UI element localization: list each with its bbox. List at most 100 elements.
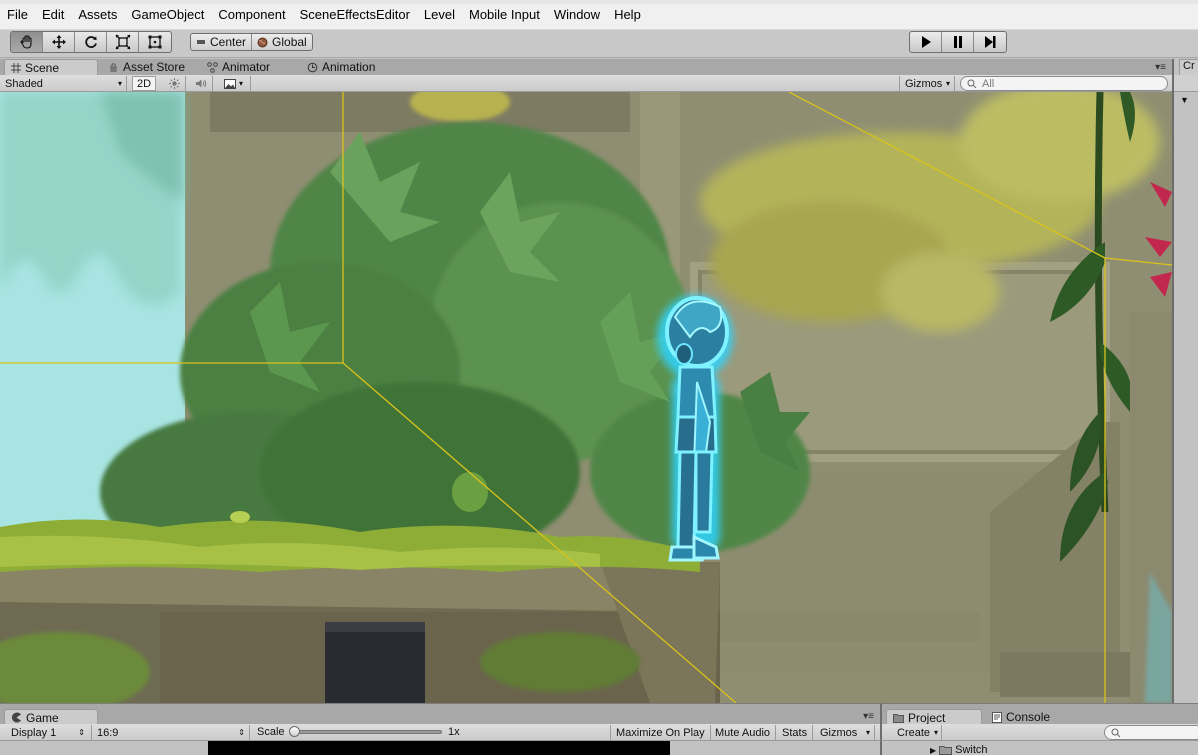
rotate-tool-button[interactable] xyxy=(75,32,107,52)
scene-search-placeholder: All xyxy=(982,77,995,90)
tab-scene[interactable]: Scene xyxy=(4,59,98,75)
tab-project-label: Project xyxy=(908,710,946,725)
inspector-toolbar xyxy=(1174,75,1198,92)
scene-search-input[interactable]: All xyxy=(960,76,1168,91)
game-gizmos-label: Gizmos xyxy=(820,726,858,739)
scene-viewport[interactable] xyxy=(0,92,1172,703)
scene-effects-dropdown[interactable]: ▾ xyxy=(217,76,251,91)
tab-animation[interactable]: Animation xyxy=(307,59,375,75)
mute-label: Mute Audio xyxy=(715,726,771,739)
menu-sceneeffectseditor[interactable]: SceneEffectsEditor xyxy=(293,7,417,23)
menu-mobile-input[interactable]: Mobile Input xyxy=(462,7,547,23)
aspect-dropdown[interactable]: 16:9 ⇕ xyxy=(92,725,250,740)
step-button[interactable] xyxy=(974,32,1006,52)
scale-slider-track[interactable] xyxy=(292,730,442,734)
menu-component[interactable]: Component xyxy=(211,7,292,23)
tab-menu-icon[interactable]: ▾≡ xyxy=(1155,62,1166,73)
stats-toggle[interactable]: Stats xyxy=(777,725,814,740)
dropdown-arrow-icon: ▾ xyxy=(117,79,122,88)
maximize-on-play-toggle[interactable]: Maximize On Play xyxy=(610,725,711,740)
tab-console[interactable]: Console xyxy=(992,709,1050,725)
rect-tool-button[interactable] xyxy=(139,32,171,52)
tab-project[interactable]: Project xyxy=(886,709,982,725)
game-gizmos-dropdown[interactable]: Gizmos ▾ xyxy=(815,725,875,740)
transform-tools xyxy=(10,31,172,53)
menu-file[interactable]: File xyxy=(0,7,35,23)
display-dropdown[interactable]: Display 1 ⇕ xyxy=(6,725,92,740)
inspector-panel-edge: Cr ▼ xyxy=(1172,59,1198,703)
menu-help[interactable]: Help xyxy=(607,7,648,23)
game-tab-bar: Game ▾≡ xyxy=(0,703,880,725)
hand-icon xyxy=(19,35,32,49)
tab-game-label: Game xyxy=(26,710,59,725)
scene-lighting-toggle[interactable] xyxy=(164,76,186,91)
tab-asset-store[interactable]: Asset Store xyxy=(108,59,185,75)
create-label: Create xyxy=(897,726,931,739)
game-render-area xyxy=(208,741,670,755)
project-tab-bar: Project Console xyxy=(880,703,1198,725)
tab-animation-label: Animation xyxy=(322,60,376,74)
move-tool-button[interactable] xyxy=(43,32,75,52)
scale-label: Scale xyxy=(257,726,285,738)
pivot-global-label: Global xyxy=(272,35,307,49)
expand-arrow-icon[interactable]: ▼ xyxy=(1180,95,1189,105)
step-icon xyxy=(985,36,996,48)
folder-icon xyxy=(939,746,953,755)
play-controls xyxy=(909,31,1007,53)
menu-gameobject[interactable]: GameObject xyxy=(124,7,211,23)
tab-asset-store-label: Asset Store xyxy=(123,60,186,74)
scale-slider-thumb[interactable] xyxy=(289,726,300,737)
gizmos-dropdown[interactable]: Gizmos ▾ xyxy=(899,76,955,91)
title-bar-remnant xyxy=(0,0,1198,4)
tree-item-label: Switch xyxy=(955,744,988,755)
search-icon xyxy=(967,79,977,88)
menu-window[interactable]: Window xyxy=(547,7,607,23)
pause-button[interactable] xyxy=(942,32,974,52)
main-toolbar: Center Global xyxy=(0,30,1198,58)
scene-artwork xyxy=(0,92,1172,703)
gizmos-label: Gizmos xyxy=(905,77,943,90)
rect-tool-icon xyxy=(148,35,162,49)
display-label: Display 1 xyxy=(11,726,57,739)
shading-mode-label: Shaded xyxy=(5,77,43,90)
menu-assets[interactable]: Assets xyxy=(71,7,124,23)
move-icon xyxy=(51,35,66,49)
dropdown-arrow-icon: ▾ xyxy=(933,728,938,737)
pivot-center-label: Center xyxy=(210,35,247,49)
tab-animator-label: Animator xyxy=(222,60,271,74)
menu-bar: File Edit Assets GameObject Component Sc… xyxy=(0,0,1198,30)
pivot-center-button[interactable]: Center xyxy=(191,34,253,50)
pivot-global-button[interactable]: Global xyxy=(252,34,312,50)
image-icon xyxy=(223,78,236,89)
globe-icon xyxy=(257,37,268,47)
scale-tool-button[interactable] xyxy=(107,32,139,52)
expand-arrow-icon[interactable]: ▶ xyxy=(930,746,936,755)
scene-audio-toggle[interactable] xyxy=(189,76,213,91)
game-view[interactable] xyxy=(0,741,880,755)
maximize-label: Maximize On Play xyxy=(616,726,705,739)
play-button[interactable] xyxy=(910,32,942,52)
tab-animator[interactable]: Animator xyxy=(207,59,270,75)
project-search-input[interactable] xyxy=(1104,725,1198,740)
tab-game[interactable]: Game xyxy=(4,709,98,725)
scale-value: 1x xyxy=(448,726,460,738)
inspector-tab[interactable]: Cr xyxy=(1179,59,1198,75)
dropdown-arrow-icon: ▾ xyxy=(945,79,950,88)
menu-level[interactable]: Level xyxy=(417,7,462,23)
sun-icon xyxy=(169,78,180,89)
tab-menu-icon[interactable]: ▾≡ xyxy=(863,711,874,722)
shading-mode-dropdown[interactable]: Shaded ▾ xyxy=(0,76,127,91)
pivot-center-icon xyxy=(197,40,205,44)
menu-edit[interactable]: Edit xyxy=(35,7,71,23)
hand-tool-button[interactable] xyxy=(11,32,43,52)
2d-mode-toggle[interactable]: 2D xyxy=(132,76,156,91)
clock-icon xyxy=(307,62,318,72)
mute-audio-toggle[interactable]: Mute Audio xyxy=(710,725,777,740)
tree-item-switch[interactable]: ▶ Switch xyxy=(930,744,988,755)
dropdown-arrow-icon: ▾ xyxy=(238,79,243,88)
search-icon xyxy=(1111,728,1121,737)
play-icon xyxy=(921,36,931,48)
2d-mode-label: 2D xyxy=(136,77,152,90)
grid-icon xyxy=(11,62,21,73)
create-dropdown[interactable]: Create ▾ xyxy=(892,725,942,740)
